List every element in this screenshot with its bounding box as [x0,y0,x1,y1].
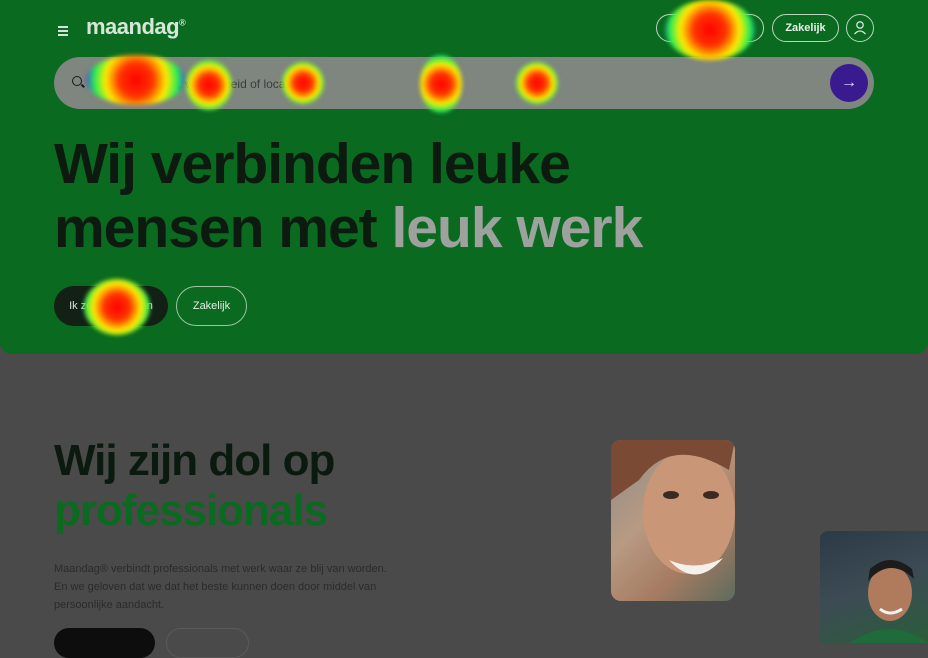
top-cta-button[interactable] [656,14,764,42]
primary-button[interactable] [54,628,155,658]
section-title: Wij zijn dol op professionals [54,436,335,535]
logo[interactable]: maandag® [86,14,186,40]
search-input[interactable] [94,70,658,98]
zakelijk-top-button[interactable]: Zakelijk [772,14,839,42]
section-body: Maandag® verbindt professionals met werk… [54,563,387,611]
secondary-button[interactable] [166,628,249,658]
menu-icon[interactable] [58,26,68,36]
search-icon [72,76,82,86]
hero-section: maandag® Zakelijk → Wij verbinden leuke … [0,0,928,354]
hero-headline: Wij verbinden leuke mensen met leuk werk [54,132,643,260]
zakelijk-button[interactable]: Zakelijk [176,286,247,326]
user-icon[interactable] [846,14,874,42]
job-seeker-button[interactable]: Ik zoek een baan [54,286,168,326]
professional-photo [611,440,735,601]
search-bar: → [54,57,874,109]
video-preview[interactable] [820,531,928,643]
search-submit-button[interactable]: → [830,64,868,102]
arrow-right-icon: → [841,74,857,91]
